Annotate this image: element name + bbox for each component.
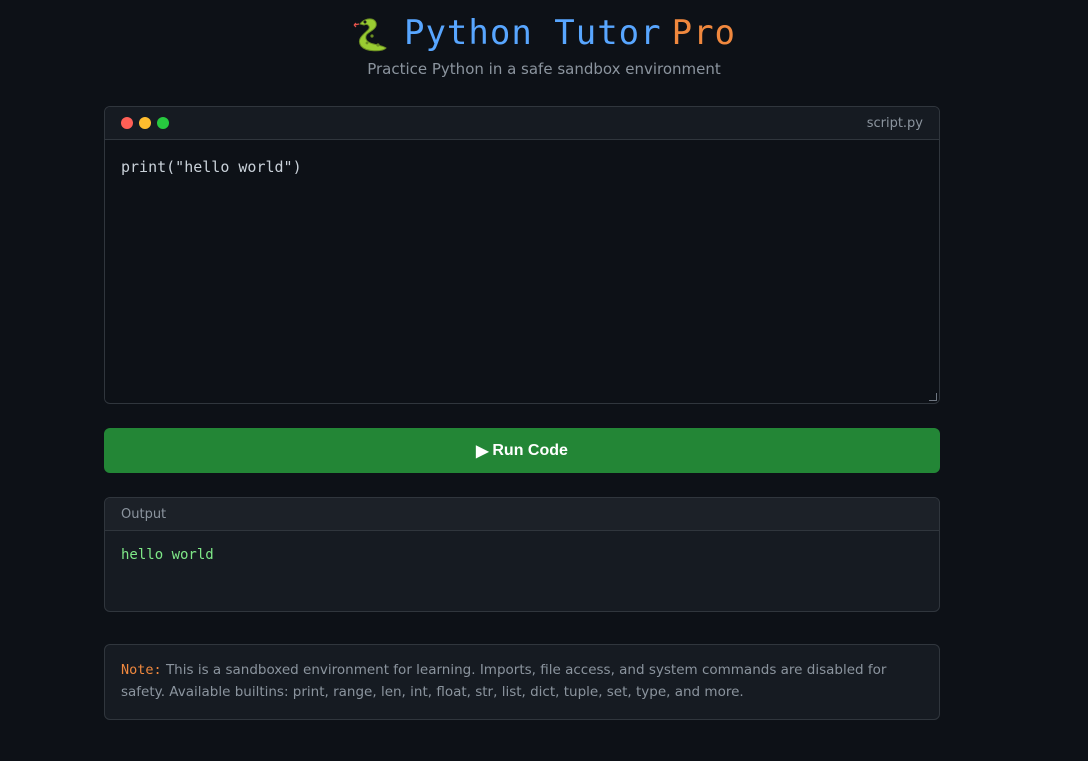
page-title: Python Tutor Pro xyxy=(352,12,736,54)
resize-handle[interactable] xyxy=(929,393,937,401)
window-controls xyxy=(121,117,169,129)
output-text: hello world xyxy=(121,547,214,563)
code-input[interactable]: print("hello world") xyxy=(105,140,939,402)
editor-titlebar: script.py xyxy=(105,107,939,140)
output-panel: Output hello world xyxy=(104,497,940,612)
code-editor: script.py print("hello world") xyxy=(104,106,940,404)
page-header: Python Tutor Pro Practice Python in a sa… xyxy=(0,0,1088,78)
note-text: This is a sandboxed environment for lear… xyxy=(121,662,887,700)
snake-icon xyxy=(353,18,387,52)
page-subtitle: Practice Python in a safe sandbox enviro… xyxy=(367,60,721,78)
play-icon: ▶ xyxy=(476,442,489,460)
title-main: Python Tutor xyxy=(403,13,662,53)
note-box: Note: This is a sandboxed environment fo… xyxy=(104,644,940,720)
editor-filename: script.py xyxy=(866,115,923,131)
title-accent: Pro xyxy=(671,13,737,53)
run-code-button[interactable]: ▶ Run Code xyxy=(104,428,940,473)
run-button-label: Run Code xyxy=(492,441,568,459)
note-label: Note: xyxy=(121,662,162,678)
maximize-dot xyxy=(157,117,169,129)
close-dot xyxy=(121,117,133,129)
minimize-dot xyxy=(139,117,151,129)
output-header: Output xyxy=(105,498,939,531)
